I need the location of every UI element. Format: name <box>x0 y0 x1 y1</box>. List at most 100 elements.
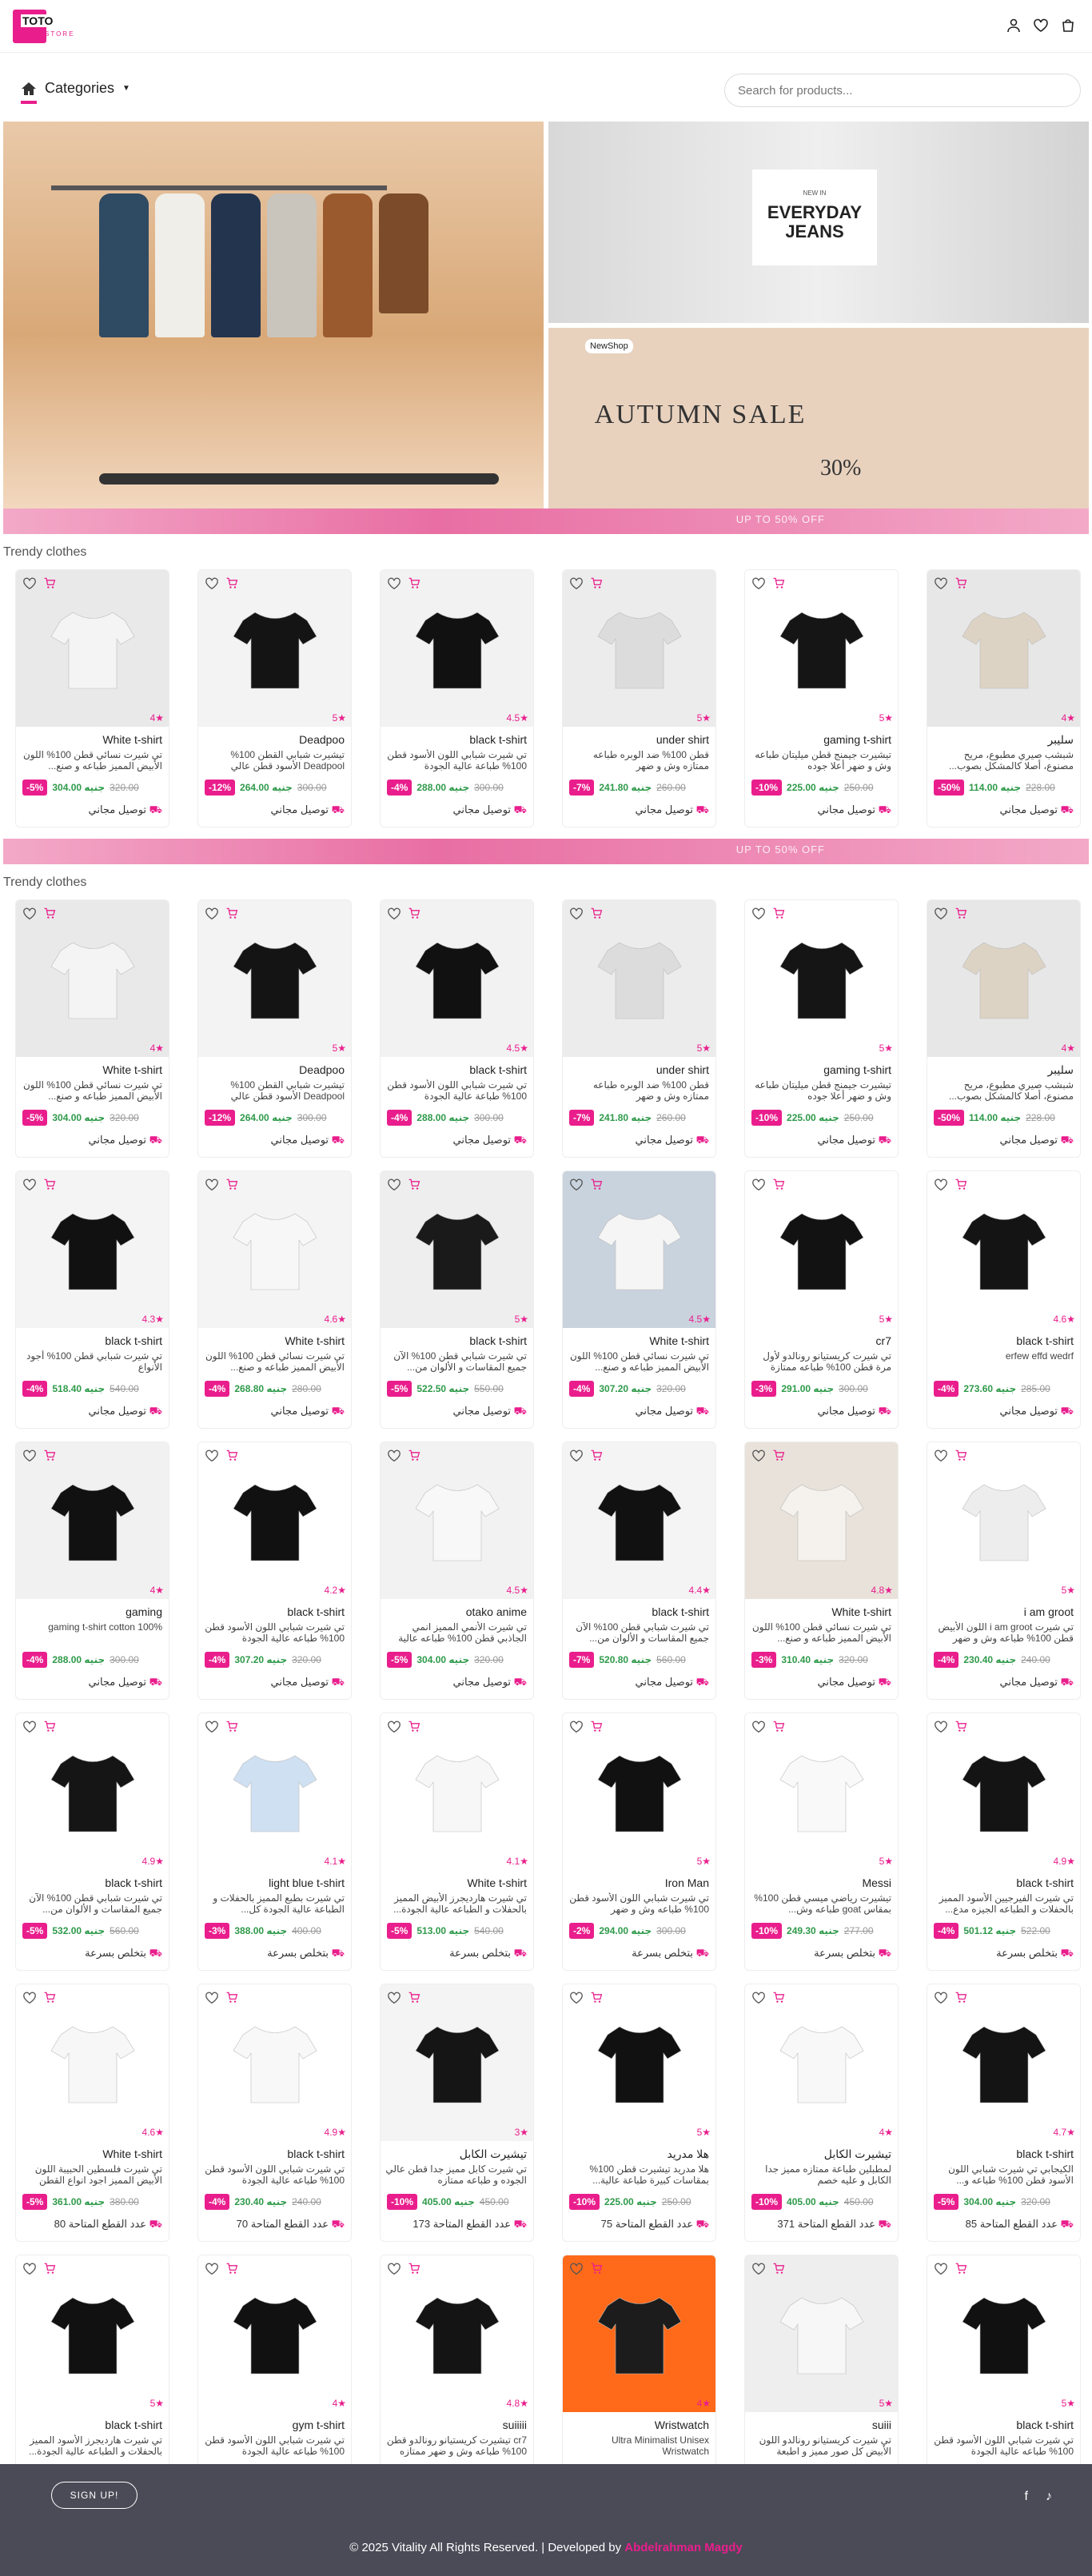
product-image[interactable] <box>198 2255 351 2412</box>
cart-icon[interactable] <box>955 2262 967 2275</box>
heart-icon[interactable] <box>22 1178 37 1192</box>
product-name[interactable]: سليبر <box>1047 1063 1074 1077</box>
cart-icon[interactable] <box>43 1991 56 2004</box>
product-image[interactable] <box>927 1171 1080 1328</box>
product-image[interactable] <box>745 900 898 1057</box>
product-image[interactable] <box>16 1713 169 1870</box>
store-logo[interactable]: TOTO STORE <box>13 10 86 45</box>
product-name[interactable]: light blue t-shirt <box>269 1876 345 1889</box>
product-card[interactable]: 4.9★ black t-shirt تي شيرت شبابي قطن 100% … <box>15 1713 169 1971</box>
heart-icon[interactable] <box>387 2262 401 2276</box>
product-card[interactable]: 4.5★ black t-shirt تي شيرت شبابي اللون الأ… <box>380 569 534 827</box>
heart-icon[interactable] <box>205 1449 219 1463</box>
cart-icon[interactable] <box>408 1991 420 2004</box>
product-card[interactable]: 4★ تيشيرت الكابل لمطبلين طباعة ممتازه مميز… <box>744 1984 899 2242</box>
product-name[interactable]: White t-shirt <box>467 1876 527 1889</box>
cart-icon[interactable] <box>955 1991 967 2004</box>
cart-icon[interactable] <box>408 1449 420 1461</box>
heart-icon[interactable] <box>387 1178 401 1192</box>
product-image[interactable] <box>745 1171 898 1328</box>
heart-icon[interactable] <box>205 1178 219 1192</box>
product-card[interactable]: 5★ under shirt قطن 100% ضد الوبره طباعه مم… <box>562 569 716 827</box>
product-card[interactable]: 4.5★ black t-shirt تي شيرت شبابي اللون الأ… <box>380 899 534 1158</box>
product-card[interactable]: 5★ Deadpoo تيشيرت شبابي القطن 100% Deadpoo… <box>197 899 352 1158</box>
product-name[interactable]: black t-shirt <box>652 1605 709 1618</box>
cart-icon[interactable] <box>408 907 420 919</box>
product-card[interactable]: 4.1★ light blue t-shirt تي شيرت بطبع الممي… <box>197 1713 352 1971</box>
cart-icon[interactable] <box>225 576 238 589</box>
cart-icon[interactable] <box>43 1178 56 1190</box>
product-card[interactable]: 5★ black t-shirt تي شيرت شبابي قطن 100% ال… <box>380 1170 534 1429</box>
cart-icon[interactable] <box>408 2262 420 2275</box>
product-card[interactable]: 4.4★ black t-shirt تي شيرت شبابي قطن 100% … <box>562 1442 716 1700</box>
heart-icon[interactable] <box>387 1720 401 1734</box>
product-name[interactable]: Iron Man <box>665 1876 709 1889</box>
product-image[interactable] <box>16 1442 169 1599</box>
product-image[interactable] <box>381 1442 533 1599</box>
product-card[interactable]: 4.3★ black t-shirt تي شيرت شبابي قطن 100% … <box>15 1170 169 1429</box>
product-name[interactable]: black t-shirt <box>1016 1876 1074 1889</box>
product-card[interactable]: 5★ Messi تيشيرت رياضي ميسي قطن 100% بمقاس … <box>744 1713 899 1971</box>
product-image[interactable] <box>563 900 715 1057</box>
heart-icon[interactable] <box>22 1991 37 2005</box>
cart-icon[interactable] <box>225 1449 238 1461</box>
product-image[interactable] <box>927 900 1080 1057</box>
heart-icon[interactable] <box>387 1991 401 2005</box>
product-image[interactable] <box>745 1713 898 1870</box>
product-card[interactable]: 4★ White t-shirt تي شيرت نسائي قطن 100% ال… <box>15 899 169 1158</box>
product-name[interactable]: black t-shirt <box>1016 2147 1074 2160</box>
product-name[interactable]: black t-shirt <box>469 1334 527 1347</box>
product-name[interactable]: تيشيرت الكابل <box>460 2147 527 2161</box>
product-image[interactable] <box>745 570 898 727</box>
heart-icon[interactable] <box>751 907 766 921</box>
product-image[interactable] <box>16 900 169 1057</box>
heart-icon[interactable] <box>22 576 37 591</box>
product-image[interactable] <box>381 900 533 1057</box>
heart-icon[interactable] <box>569 576 584 591</box>
product-image[interactable] <box>381 1171 533 1328</box>
heart-icon[interactable] <box>205 1720 219 1734</box>
heart-icon[interactable] <box>751 1178 766 1192</box>
categories-dropdown[interactable]: Categories ▼ <box>21 80 130 97</box>
product-name[interactable]: under shirt <box>656 733 709 746</box>
heart-icon[interactable] <box>569 907 584 921</box>
product-card[interactable]: 4★ gaming gaming t-shirt cotton 100% -4% 288… <box>15 1442 169 1700</box>
heart-icon[interactable] <box>22 907 37 921</box>
heart-icon[interactable] <box>22 1720 37 1734</box>
cart-icon[interactable] <box>772 576 785 589</box>
cart-icon[interactable] <box>1060 18 1076 34</box>
product-card[interactable]: 4★ White t-shirt تي شيرت نسائي قطن 100% ال… <box>15 569 169 827</box>
search-input[interactable] <box>724 74 1081 107</box>
product-image[interactable] <box>16 2255 169 2412</box>
product-card[interactable]: 4.1★ White t-shirt تي شيرت هارديجرز الأبيض… <box>380 1713 534 1971</box>
cart-icon[interactable] <box>408 576 420 589</box>
product-image[interactable] <box>198 1171 351 1328</box>
cart-icon[interactable] <box>408 1178 420 1190</box>
heart-icon[interactable] <box>934 1991 948 2005</box>
product-card[interactable]: 5★ i am groot تي شيرت i am groot اللون الأ… <box>927 1442 1081 1700</box>
product-name[interactable]: gaming t-shirt <box>823 1063 891 1076</box>
cart-icon[interactable] <box>772 1720 785 1733</box>
product-name[interactable]: suiiiii <box>503 2418 527 2431</box>
product-image[interactable] <box>381 1984 533 2141</box>
cart-icon[interactable] <box>43 1720 56 1733</box>
cart-icon[interactable] <box>772 2262 785 2275</box>
product-name[interactable]: black t-shirt <box>105 1334 162 1347</box>
product-name[interactable]: Deadpoo <box>299 1063 345 1076</box>
product-card[interactable]: 5★ gaming t-shirt تيشيرت جيمنج قطن ميليتان… <box>744 899 899 1158</box>
product-name[interactable]: black t-shirt <box>1016 1334 1074 1347</box>
cart-icon[interactable] <box>43 576 56 589</box>
heart-icon[interactable] <box>751 2262 766 2276</box>
cart-icon[interactable] <box>43 907 56 919</box>
cart-icon[interactable] <box>590 1991 603 2004</box>
product-card[interactable]: 4.6★ White t-shirt تي شيرت نسائي قطن 100% … <box>197 1170 352 1429</box>
product-card[interactable]: 4.6★ black t-shirt erfew effd wedrf -4% 273.… <box>927 1170 1081 1429</box>
product-image[interactable] <box>16 1984 169 2141</box>
product-image[interactable] <box>198 900 351 1057</box>
heart-icon[interactable] <box>569 2262 584 2276</box>
heart-icon[interactable] <box>569 1178 584 1192</box>
product-image[interactable] <box>927 1984 1080 2141</box>
cart-icon[interactable] <box>225 1720 238 1733</box>
product-image[interactable] <box>381 570 533 727</box>
product-image[interactable] <box>927 1442 1080 1599</box>
